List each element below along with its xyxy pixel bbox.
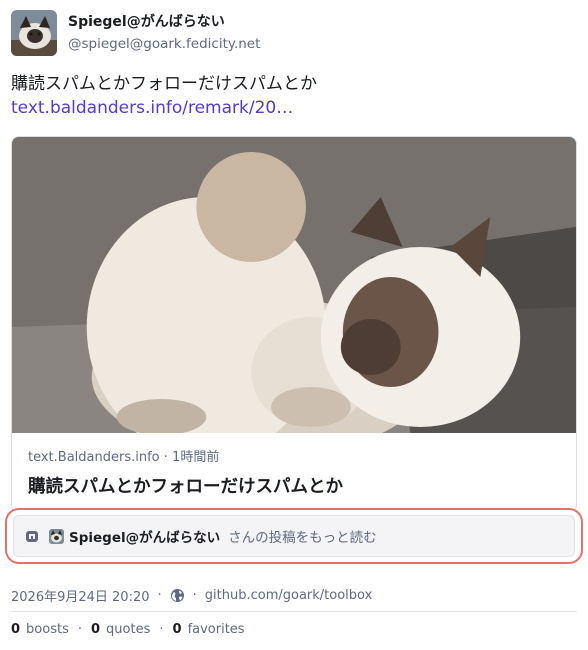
post-meta: 2026年9月24日 20:20 · · github.com/goark/to… bbox=[11, 586, 372, 605]
read-more-name: Spiegel@がんばらない bbox=[69, 530, 221, 546]
card-title[interactable]: 購読スパムとかフォローだけスパムとか bbox=[28, 473, 343, 498]
boosts-label[interactable]: boosts bbox=[26, 622, 69, 637]
globe-icon bbox=[170, 588, 185, 603]
stats-separator: · bbox=[77, 622, 82, 637]
favorites-label[interactable]: favorites bbox=[188, 622, 245, 637]
post-header: Spiegel@がんばらない @spiegel@goark.fedicity.n… bbox=[11, 10, 260, 56]
read-more-suffix: さんの投稿をもっと読む bbox=[228, 530, 377, 546]
post-timestamp[interactable]: 2026年9月24日 20:20 bbox=[11, 586, 150, 605]
meta-separator: · bbox=[157, 588, 162, 603]
boosts-count: 0 bbox=[11, 622, 21, 637]
post-stats: 0 boosts · 0 quotes · 0 favorites bbox=[11, 622, 245, 637]
link-preview-card[interactable]: text.Baldanders.info · 1時間前 購読スパムとかフォローだ… bbox=[11, 136, 577, 513]
read-more-highlight: Spiegel@がんばらない さんの投稿をもっと読む bbox=[5, 508, 583, 564]
post-content: 購読スパムとかフォローだけスパムとか text.baldanders.info/… bbox=[11, 72, 577, 120]
post-source[interactable]: github.com/goark/toolbox bbox=[205, 588, 373, 603]
card-time: 1時間前 bbox=[172, 450, 220, 465]
read-more-button[interactable]: Spiegel@がんばらない さんの投稿をもっと読む bbox=[13, 515, 575, 557]
card-meta-separator: · bbox=[163, 450, 168, 465]
display-name[interactable]: Spiegel@がんばらない bbox=[68, 13, 260, 31]
mastodon-icon bbox=[25, 529, 39, 543]
favorites-count: 0 bbox=[172, 622, 182, 637]
preview-image bbox=[12, 137, 576, 433]
quotes-label[interactable]: quotes bbox=[106, 622, 150, 637]
divider bbox=[11, 611, 577, 612]
post-text: 購読スパムとかフォローだけスパムとか bbox=[11, 74, 317, 94]
avatar[interactable] bbox=[11, 10, 57, 56]
stats-separator-2: · bbox=[159, 622, 164, 637]
quotes-count: 0 bbox=[91, 622, 101, 637]
card-domain: text.Baldanders.info bbox=[28, 450, 160, 465]
meta-separator-2: · bbox=[192, 588, 197, 603]
mini-avatar bbox=[49, 528, 64, 544]
card-meta: text.Baldanders.info · 1時間前 bbox=[28, 446, 219, 465]
post-link[interactable]: text.baldanders.info/remark/20… bbox=[11, 96, 577, 120]
account-handle[interactable]: @spiegel@goark.fedicity.net bbox=[68, 35, 260, 53]
